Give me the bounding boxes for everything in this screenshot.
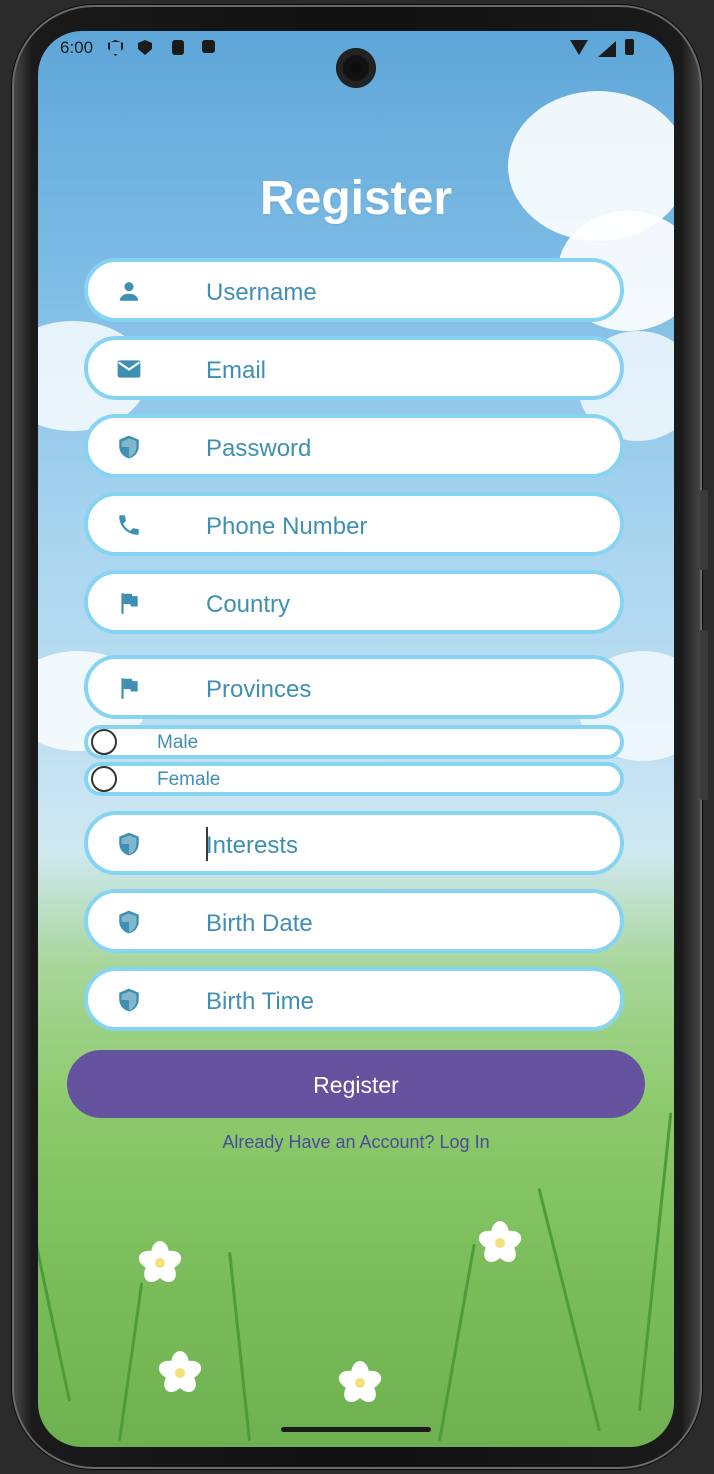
shield-icon [119, 910, 139, 934]
security-status-icon [108, 40, 123, 56]
page-title: Register [259, 172, 453, 225]
provinces-placeholder: Provinces [206, 676, 312, 703]
flower-decoration [476, 1221, 524, 1267]
app-notification-icon [202, 40, 215, 53]
flower-decoration [336, 1361, 384, 1407]
wifi-icon [570, 40, 588, 55]
status-time: 6:00 [60, 38, 94, 57]
interests-placeholder: Interests [206, 832, 299, 859]
country-placeholder: Country [206, 591, 291, 618]
flower-decoration [136, 1241, 184, 1287]
provinces-field[interactable]: Provinces [84, 655, 624, 719]
grass-blade [638, 1112, 673, 1412]
power-button [700, 630, 708, 800]
shield-icon [119, 988, 139, 1012]
email-field[interactable]: Email [84, 336, 624, 400]
radio-label-male: Male [157, 732, 199, 753]
play-protect-icon [138, 40, 152, 55]
radio-button-male[interactable] [91, 729, 117, 755]
gender-option-female[interactable]: Female [84, 762, 624, 796]
sd-card-icon [172, 40, 184, 55]
flower-decoration [156, 1351, 204, 1397]
birth-time-field[interactable]: Birth Time [84, 967, 624, 1031]
password-field[interactable]: Password [84, 414, 624, 478]
phone-number-field[interactable]: Phone Number [84, 492, 624, 556]
flag-icon [121, 593, 138, 614]
grass-blade [537, 1188, 601, 1432]
login-link[interactable]: Already Have an Account? Log In [38, 1132, 674, 1153]
phone-icon [119, 515, 139, 535]
radio-label-female: Female [157, 769, 221, 790]
signal-icon [598, 41, 616, 57]
home-indicator[interactable] [281, 1427, 431, 1432]
register-button[interactable]: Register [67, 1050, 645, 1118]
shield-icon [119, 832, 139, 856]
phone-number-placeholder: Phone Number [206, 513, 368, 540]
app-screen: 6:00 Register Username Email Password Ph… [38, 31, 674, 1447]
email-icon [117, 360, 141, 378]
volume-button [700, 490, 708, 570]
front-camera [336, 48, 376, 88]
radio-button-female[interactable] [91, 766, 117, 792]
birth-time-placeholder: Birth Time [206, 988, 315, 1015]
battery-icon [625, 39, 634, 55]
interests-field[interactable]: Interests [84, 811, 624, 875]
shield-icon [119, 435, 139, 459]
grass-blade [438, 1243, 476, 1442]
username-placeholder: Username [206, 279, 317, 306]
country-field[interactable]: Country [84, 570, 624, 634]
username-field[interactable]: Username [84, 258, 624, 322]
gender-option-male[interactable]: Male [84, 725, 624, 759]
grass-blade [38, 1224, 71, 1402]
grass-blade [228, 1251, 251, 1442]
birth-date-field[interactable]: Birth Date [84, 889, 624, 953]
person-icon [119, 282, 139, 301]
grass-blade [118, 1282, 144, 1442]
password-placeholder: Password [206, 435, 312, 462]
birth-date-placeholder: Birth Date [206, 910, 313, 937]
flag-icon [121, 678, 138, 699]
email-placeholder: Email [206, 357, 267, 384]
